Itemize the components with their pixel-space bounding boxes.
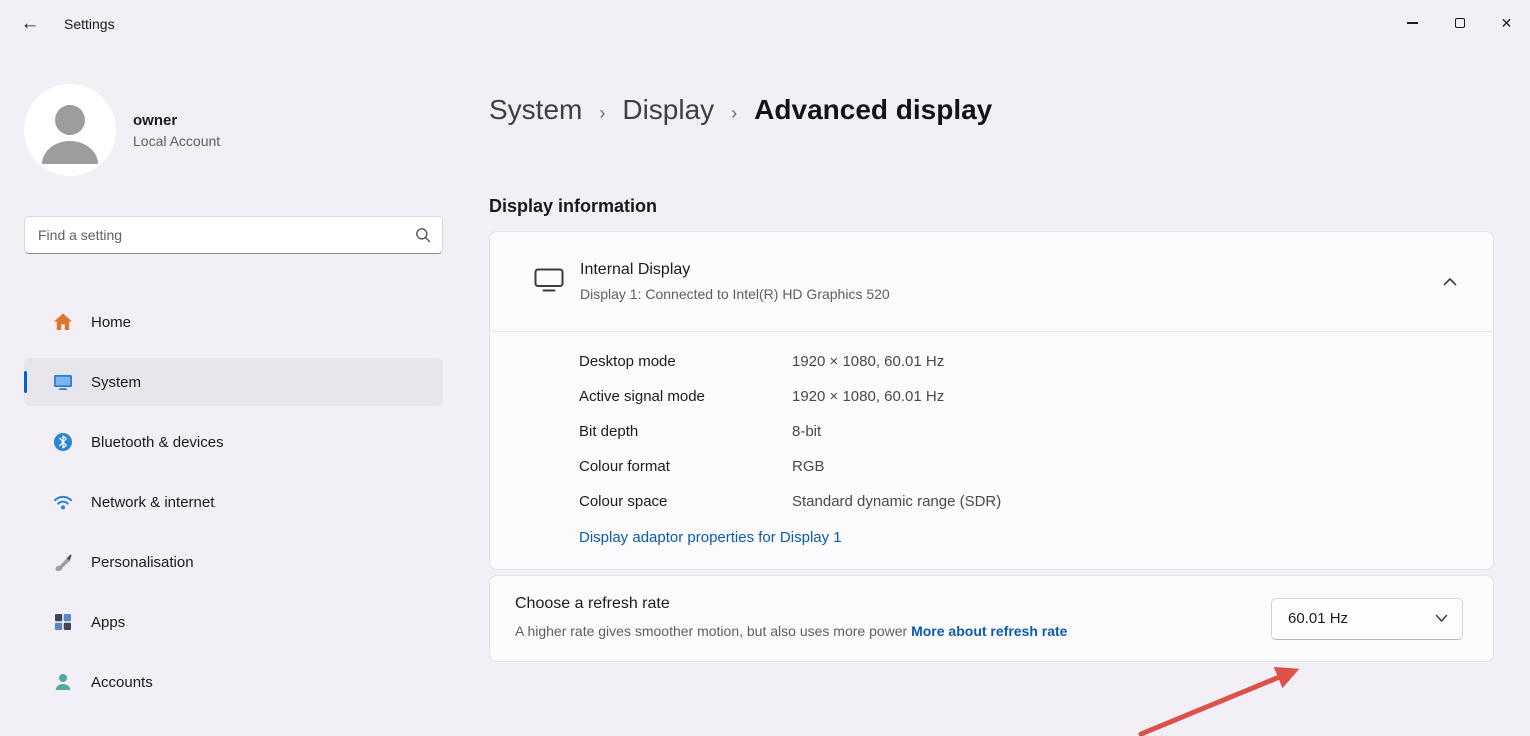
refresh-rate-description-text: A higher rate gives smoother motion, but… [515, 623, 907, 639]
detail-value: Standard dynamic range (SDR) [792, 493, 1001, 510]
breadcrumb-separator: › [731, 103, 737, 124]
detail-value: 1920 × 1080, 60.01 Hz [792, 353, 944, 370]
search-icon [415, 227, 431, 248]
detail-value: 1920 × 1080, 60.01 Hz [792, 388, 944, 405]
avatar [24, 84, 116, 176]
refresh-rate-text: Choose a refresh rate A higher rate give… [515, 595, 1067, 642]
maximize-icon [1455, 18, 1465, 28]
detail-value: 8-bit [792, 423, 821, 440]
display-information-card: Internal Display Display 1: Connected to… [489, 231, 1494, 570]
detail-label: Active signal mode [579, 388, 792, 405]
user-account-type: Local Account [133, 133, 220, 149]
person-icon [53, 672, 73, 692]
display-card-header[interactable]: Internal Display Display 1: Connected to… [490, 232, 1493, 331]
breadcrumb-separator: › [599, 103, 605, 124]
sidebar-item-system[interactable]: System [24, 358, 443, 406]
sidebar-item-apps[interactable]: Apps [24, 598, 443, 646]
breadcrumb-display[interactable]: Display [622, 94, 714, 126]
wifi-icon [53, 492, 73, 512]
detail-label: Colour format [579, 458, 792, 475]
refresh-rate-dropdown[interactable]: 60.01 Hz [1271, 598, 1463, 640]
apps-grid-icon [53, 612, 73, 632]
sidebar-item-network-internet[interactable]: Network & internet [24, 478, 443, 526]
titlebar: ← Settings ✕ [0, 0, 1530, 48]
refresh-rate-card: Choose a refresh rate A higher rate give… [489, 575, 1494, 662]
close-button[interactable]: ✕ [1483, 0, 1530, 46]
sidebar-item-label: Apps [91, 614, 125, 631]
detail-row-active-signal-mode: Active signal mode 1920 × 1080, 60.01 Hz [579, 379, 1469, 414]
minimize-button[interactable] [1389, 0, 1436, 46]
detail-row-colour-format: Colour format RGB [579, 449, 1469, 484]
sidebar-item-label: Accounts [91, 674, 153, 691]
display-details: Desktop mode 1920 × 1080, 60.01 Hz Activ… [490, 332, 1493, 569]
detail-value: RGB [792, 458, 825, 475]
back-button[interactable]: ← [10, 7, 50, 41]
close-icon: ✕ [1501, 15, 1513, 32]
brush-icon [53, 552, 73, 572]
window-title: Settings [64, 16, 115, 32]
sidebar-item-home[interactable]: Home [24, 298, 443, 346]
breadcrumb-current-page: Advanced display [754, 94, 992, 126]
sidebar-item-personalisation[interactable]: Personalisation [24, 538, 443, 586]
display-card-subtitle: Display 1: Connected to Intel(R) HD Grap… [580, 286, 890, 302]
sidebar-nav: Home System [24, 298, 443, 706]
detail-label: Desktop mode [579, 353, 792, 370]
detail-label: Bit depth [579, 423, 792, 440]
sidebar-item-label: Home [91, 314, 131, 331]
sidebar-item-label: Personalisation [91, 554, 194, 571]
search-input[interactable] [24, 216, 443, 254]
home-icon [53, 312, 73, 332]
collapse-button[interactable] [1433, 265, 1467, 299]
sidebar-item-label: System [91, 374, 141, 391]
refresh-rate-description: A higher rate gives smoother motion, but… [515, 620, 1067, 642]
display-card-title: Internal Display [580, 261, 890, 279]
chevron-up-icon [1443, 277, 1457, 287]
display-icon [53, 372, 73, 392]
search-box [24, 216, 443, 254]
detail-label: Colour space [579, 493, 792, 510]
more-about-refresh-rate-link[interactable]: More about refresh rate [911, 623, 1067, 639]
sidebar-item-bluetooth-devices[interactable]: Bluetooth & devices [24, 418, 443, 466]
sidebar-item-label: Bluetooth & devices [91, 434, 224, 451]
display-adaptor-properties-link[interactable]: Display adaptor properties for Display 1 [579, 529, 842, 546]
detail-row-bit-depth: Bit depth 8-bit [579, 414, 1469, 449]
maximize-button[interactable] [1436, 0, 1483, 46]
bluetooth-icon [53, 432, 73, 452]
sidebar: owner Local Account Home [0, 48, 465, 736]
refresh-rate-title: Choose a refresh rate [515, 595, 1067, 613]
breadcrumb: System › Display › Advanced display [489, 94, 1494, 126]
section-title: Display information [489, 196, 1494, 217]
user-account-card[interactable]: owner Local Account [24, 84, 443, 176]
minimize-icon [1407, 22, 1418, 24]
monitor-icon [534, 266, 564, 298]
refresh-rate-dropdown-value: 60.01 Hz [1288, 610, 1348, 627]
window-controls: ✕ [1389, 0, 1530, 46]
chevron-down-icon [1435, 614, 1448, 623]
sidebar-item-label: Network & internet [91, 494, 214, 511]
detail-row-colour-space: Colour space Standard dynamic range (SDR… [579, 484, 1469, 519]
back-arrow-icon: ← [21, 13, 40, 35]
detail-row-desktop-mode: Desktop mode 1920 × 1080, 60.01 Hz [579, 344, 1469, 379]
user-name: owner [133, 112, 220, 129]
sidebar-item-accounts[interactable]: Accounts [24, 658, 443, 706]
breadcrumb-system[interactable]: System [489, 94, 582, 126]
main-content: System › Display › Advanced display Disp… [465, 48, 1530, 736]
